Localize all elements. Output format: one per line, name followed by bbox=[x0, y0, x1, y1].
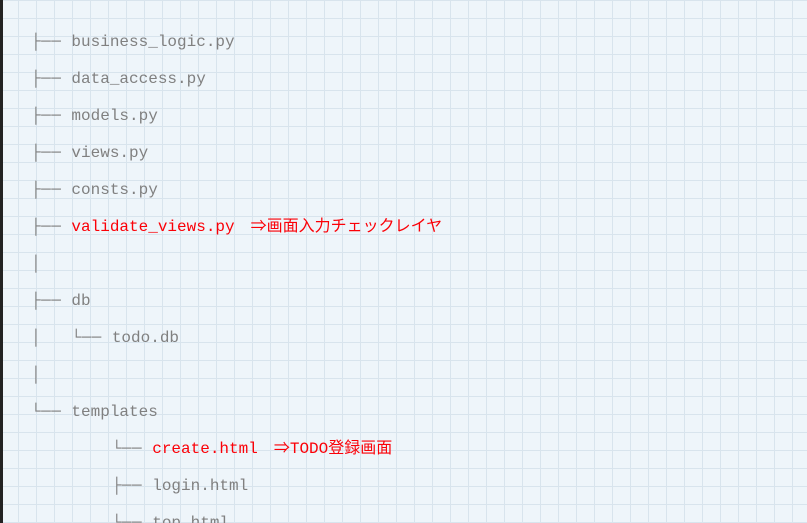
tree-branch: │ bbox=[31, 367, 41, 383]
tree-item-name: models.py bbox=[71, 108, 157, 124]
tree-branch: ├── bbox=[31, 145, 71, 161]
tree-branch: └── bbox=[31, 441, 152, 457]
tree-row: │ bbox=[31, 367, 807, 404]
tree-item-name: validate_views.py bbox=[71, 219, 234, 235]
tree-item-name: create.html bbox=[152, 441, 258, 457]
tree-row: ├── views.py bbox=[31, 145, 807, 182]
tree-branch: └── bbox=[31, 404, 71, 420]
tree-branch: ├── bbox=[31, 293, 71, 309]
tree-branch: │ └── bbox=[31, 330, 112, 346]
tree-branch: ├── bbox=[31, 108, 71, 124]
tree-branch: ├── bbox=[31, 182, 71, 198]
tree-branch: │ bbox=[31, 256, 41, 272]
tree-item-name: todo.db bbox=[112, 330, 179, 346]
tree-row: ├── models.py bbox=[31, 108, 807, 145]
tree-row: └── create.html ⇒TODO登録画面 bbox=[31, 441, 807, 478]
tree-branch: ├── bbox=[31, 478, 152, 494]
tree-item-name: views.py bbox=[71, 145, 148, 161]
tree-branch: ├── bbox=[31, 71, 71, 87]
tree-item-name: consts.py bbox=[71, 182, 157, 198]
directory-tree: ├── business_logic.py├── data_access.py├… bbox=[31, 34, 807, 523]
tree-item-name: db bbox=[71, 293, 90, 309]
tree-row: ├── data_access.py bbox=[31, 71, 807, 108]
tree-item-note: ⇒TODO登録画面 bbox=[258, 441, 392, 457]
tree-item-note: ⇒画面入力チェックレイヤ bbox=[235, 219, 443, 235]
tree-row: ├── consts.py bbox=[31, 182, 807, 219]
tree-row: ├── login.html bbox=[31, 478, 807, 515]
tree-row: ├── business_logic.py bbox=[31, 34, 807, 71]
tree-row: ├── validate_views.py ⇒画面入力チェックレイヤ bbox=[31, 219, 807, 256]
tree-branch: ├── bbox=[31, 219, 71, 235]
tree-row: │ └── todo.db bbox=[31, 330, 807, 367]
tree-item-name: data_access.py bbox=[71, 71, 205, 87]
tree-branch: ├── bbox=[31, 34, 71, 50]
tree-branch: └── bbox=[31, 515, 152, 523]
tree-item-name: templates bbox=[71, 404, 157, 420]
tree-row: ├── db bbox=[31, 293, 807, 330]
tree-row: │ bbox=[31, 256, 807, 293]
tree-row: └── templates bbox=[31, 404, 807, 441]
tree-item-name: login.html bbox=[152, 478, 248, 494]
tree-row: └── top.html bbox=[31, 515, 807, 523]
tree-item-name: top.html bbox=[152, 515, 229, 523]
tree-item-name: business_logic.py bbox=[71, 34, 234, 50]
